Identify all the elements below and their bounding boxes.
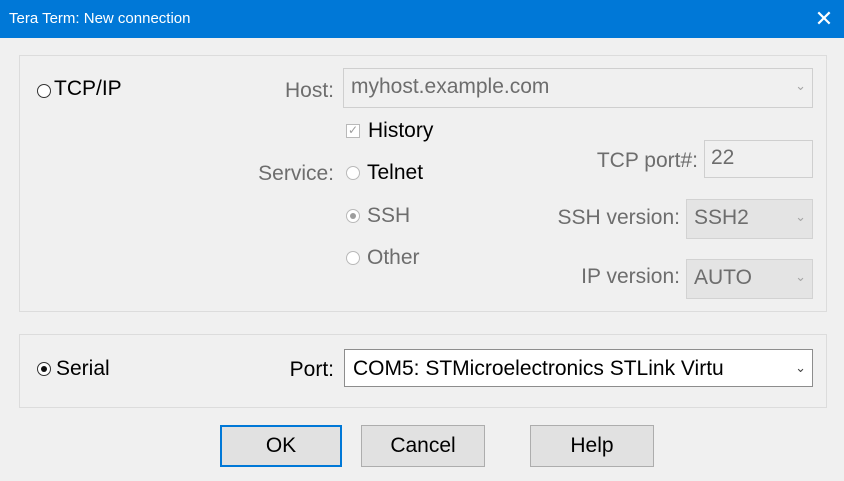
ssh-label[interactable]: SSH <box>367 204 410 228</box>
checkmark-icon: ✓ <box>347 123 359 137</box>
close-icon[interactable]: ✕ <box>804 0 844 38</box>
chevron-down-icon[interactable]: ⌄ <box>795 269 806 285</box>
history-checkbox[interactable]: ✓ <box>346 124 360 138</box>
history-label[interactable]: History <box>368 119 433 143</box>
ssh-version-value: SSH2 <box>694 206 749 229</box>
host-combo[interactable]: myhost.example.com ⌄ <box>343 68 813 108</box>
help-button[interactable]: Help <box>530 425 654 467</box>
host-label: Host: <box>284 79 334 102</box>
serial-radio[interactable] <box>37 362 51 376</box>
telnet-label[interactable]: Telnet <box>367 161 423 185</box>
ok-button[interactable]: OK <box>220 425 342 467</box>
tcp-port-value: 22 <box>711 146 735 169</box>
port-label: Port: <box>289 358 334 381</box>
tcp-port-label: TCP port#: <box>596 149 698 172</box>
port-select[interactable]: COM5: STMicroelectronics STLink Virtu ⌄ <box>344 349 813 387</box>
host-value: myhost.example.com <box>351 75 550 98</box>
tcpip-radio[interactable] <box>37 84 51 98</box>
title-bar[interactable]: Tera Term: New connection ✕ <box>0 0 844 38</box>
tcpip-radio-label[interactable]: TCP/IP <box>54 77 122 101</box>
ip-version-select[interactable]: AUTO ⌄ <box>686 259 813 299</box>
service-label: Service: <box>258 162 334 185</box>
serial-radio-label[interactable]: Serial <box>56 357 110 381</box>
ssh-version-label: SSH version: <box>557 206 680 229</box>
chevron-down-icon[interactable]: ⌄ <box>795 78 806 94</box>
port-value: COM5: STMicroelectronics STLink Virtu <box>353 357 724 380</box>
ip-version-label: IP version: <box>581 265 680 288</box>
telnet-radio[interactable] <box>346 166 360 180</box>
chevron-down-icon[interactable]: ⌄ <box>795 209 806 225</box>
cancel-button[interactable]: Cancel <box>361 425 485 467</box>
window-title: Tera Term: New connection <box>9 10 191 27</box>
ssh-version-select[interactable]: SSH2 ⌄ <box>686 199 813 239</box>
tcp-port-field[interactable]: 22 <box>704 140 813 178</box>
ssh-radio[interactable] <box>346 209 360 223</box>
other-label[interactable]: Other <box>367 246 420 270</box>
chevron-down-icon[interactable]: ⌄ <box>795 360 806 376</box>
ip-version-value: AUTO <box>694 266 752 289</box>
other-radio[interactable] <box>346 251 360 265</box>
